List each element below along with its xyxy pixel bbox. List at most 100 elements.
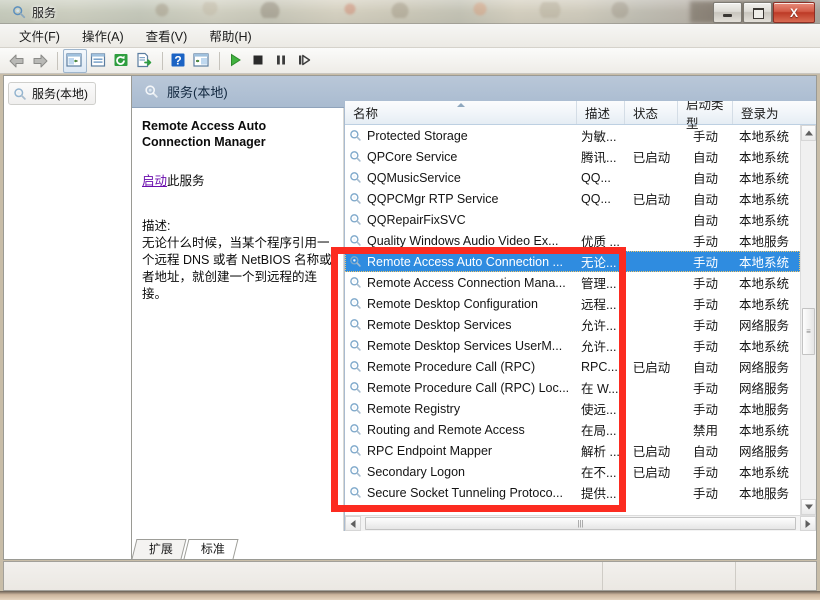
- menu-action[interactable]: 操作(A): [71, 23, 135, 48]
- scroll-up-button[interactable]: [801, 125, 816, 141]
- cell-startup-type: 手动: [692, 466, 718, 480]
- start-service-icon[interactable]: [225, 50, 247, 72]
- window-bottom-edge: [0, 591, 820, 600]
- svg-text:?: ?: [174, 53, 181, 67]
- table-row[interactable]: Quality Windows Audio Video Ex... 优质 ... 手…: [345, 230, 800, 251]
- cell-status: 已启动: [632, 466, 671, 480]
- service-name-label: Remote Procedure Call (RPC): [367, 359, 536, 374]
- table-row[interactable]: QQPCMgr RTP Service QQ... 已启动 自动 本地系统: [345, 188, 800, 209]
- column-header-name[interactable]: 名称: [345, 101, 577, 124]
- scroll-right-button[interactable]: [800, 516, 816, 531]
- back-arrow-icon[interactable]: [6, 50, 28, 72]
- table-row[interactable]: Remote Desktop Services 允许... 手动 网络服务: [345, 314, 800, 335]
- service-gear-icon: [349, 276, 362, 289]
- column-header-label: 状态: [633, 107, 659, 121]
- table-row[interactable]: QQMusicService QQ... 自动 本地系统: [345, 167, 800, 188]
- cell-service-name: QQMusicService: [345, 171, 577, 185]
- grip-icon: |||: [577, 518, 584, 528]
- table-row[interactable]: QQRepairFixSVC 自动 本地系统: [345, 209, 800, 230]
- tree-item-label: 服务(本地): [32, 87, 88, 101]
- service-action-suffix: 此服务: [167, 174, 205, 188]
- table-row[interactable]: Protected Storage 为敏... 手动 本地系统: [345, 125, 800, 146]
- cell-log-on-as: 本地服务: [739, 403, 790, 417]
- service-name-label: Remote Procedure Call (RPC) Loc...: [367, 380, 570, 395]
- refresh-icon[interactable]: [111, 50, 133, 72]
- restart-service-icon[interactable]: [294, 50, 316, 72]
- service-gear-icon: [349, 402, 362, 415]
- table-row[interactable]: Secure Socket Tunneling Protoco... 提供... 手…: [345, 482, 800, 503]
- column-header-status[interactable]: 状态: [625, 101, 678, 124]
- service-gear-icon: [349, 171, 362, 184]
- service-gear-icon: [349, 234, 362, 247]
- vertical-scrollbar[interactable]: ≡: [800, 125, 816, 515]
- column-header-startup-type[interactable]: 启动类型: [678, 101, 733, 131]
- table-row[interactable]: QPCore Service 腾讯... 已启动 自动 本地系统: [345, 146, 800, 167]
- cell-log-on-as: 本地系统: [739, 151, 790, 165]
- horizontal-scrollbar[interactable]: |||: [345, 515, 816, 531]
- column-header-description[interactable]: 描述: [577, 101, 625, 124]
- toolbar-separator: [219, 51, 220, 70]
- cell-description: 在 W...: [581, 382, 619, 396]
- table-row[interactable]: Remote Desktop Configuration 远程... 手动 本地系统: [345, 293, 800, 314]
- pause-service-icon[interactable]: [271, 50, 293, 72]
- vertical-scrollbar-thumb[interactable]: ≡: [802, 308, 815, 355]
- table-row[interactable]: Remote Access Auto Connection ... 无论... 手动…: [345, 251, 800, 272]
- menu-help[interactable]: 帮助(H): [198, 23, 262, 48]
- service-name-label: QPCore Service: [367, 149, 458, 164]
- table-row[interactable]: Routing and Remote Access 在局... 禁用 本地系统: [345, 419, 800, 440]
- cell-log-on-as: 本地服务: [739, 487, 790, 501]
- tab-standard[interactable]: 标准: [183, 539, 239, 559]
- services-window: 服务 X 文件(F) 操作(A) 查看(V) 帮助(H) ? 服务(本地) 服务…: [0, 0, 820, 600]
- cell-service-name: Protected Storage: [345, 129, 577, 143]
- table-row[interactable]: RPC Endpoint Mapper 解析 ... 已启动 自动 网络服务: [345, 440, 800, 461]
- toolbar-separator: [162, 51, 163, 70]
- tree-item-services-local[interactable]: 服务(本地): [8, 82, 96, 105]
- toolbar: ?: [0, 48, 820, 74]
- scroll-down-button[interactable]: [801, 499, 816, 515]
- horizontal-scrollbar-thumb[interactable]: |||: [365, 517, 796, 530]
- cell-startup-type: 禁用: [692, 424, 718, 438]
- service-gear-icon: [349, 381, 362, 394]
- cell-log-on-as: 本地系统: [739, 277, 790, 291]
- stop-service-icon[interactable]: [248, 50, 270, 72]
- cell-startup-type: 手动: [692, 256, 718, 270]
- service-gear-icon: [349, 255, 362, 268]
- start-service-link[interactable]: 启动: [142, 174, 167, 188]
- cell-service-name: Remote Access Auto Connection ...: [345, 255, 577, 269]
- help-icon[interactable]: ?: [168, 50, 190, 72]
- console-result-pane: 服务(本地) Remote Access Auto Connection Man…: [131, 76, 816, 559]
- cell-service-name: QPCore Service: [345, 150, 577, 164]
- close-button[interactable]: X: [773, 2, 815, 23]
- menu-bar: 文件(F) 操作(A) 查看(V) 帮助(H): [0, 24, 820, 48]
- scroll-left-button[interactable]: [345, 516, 361, 531]
- export-list-icon[interactable]: [134, 50, 156, 72]
- cell-startup-type: 手动: [692, 487, 718, 501]
- table-row[interactable]: Remote Procedure Call (RPC) RPC... 已启动 自动 网络…: [345, 356, 800, 377]
- show-hide-tree-icon[interactable]: [63, 48, 87, 73]
- table-row[interactable]: Remote Access Connection Mana... 管理... 手动 本…: [345, 272, 800, 293]
- tab-extended[interactable]: 扩展: [131, 539, 187, 559]
- maximize-button[interactable]: [743, 2, 772, 23]
- service-name-label: Remote Desktop Configuration: [367, 296, 538, 311]
- show-action-pane-icon[interactable]: [191, 50, 213, 72]
- minimize-button[interactable]: [713, 2, 742, 23]
- cell-startup-type: 自动: [692, 445, 718, 459]
- forward-arrow-icon[interactable]: [29, 50, 51, 72]
- table-row[interactable]: Remote Desktop Services UserM... 允许... 手动 本…: [345, 335, 800, 356]
- cell-description: 无论...: [581, 256, 617, 270]
- properties-icon[interactable]: [88, 50, 110, 72]
- service-gear-icon: [349, 444, 362, 457]
- grip-icon: ≡: [806, 326, 811, 336]
- table-row[interactable]: Remote Registry 使远... 手动 本地服务: [345, 398, 800, 419]
- menu-view[interactable]: 查看(V): [135, 23, 199, 48]
- cell-service-name: Remote Procedure Call (RPC) Loc...: [345, 381, 577, 395]
- cell-status: 已启动: [632, 193, 671, 207]
- horizontal-scrollbar-track[interactable]: |||: [361, 516, 800, 531]
- status-bar: [3, 561, 817, 591]
- column-header-log-on-as[interactable]: 登录为: [733, 101, 795, 124]
- table-row[interactable]: Remote Procedure Call (RPC) Loc... 在 W...…: [345, 377, 800, 398]
- cell-startup-type: 手动: [692, 382, 718, 396]
- menu-file[interactable]: 文件(F): [8, 23, 71, 48]
- table-row[interactable]: Secondary Logon 在不... 已启动 手动 本地系统: [345, 461, 800, 482]
- cell-log-on-as: 本地系统: [739, 214, 790, 228]
